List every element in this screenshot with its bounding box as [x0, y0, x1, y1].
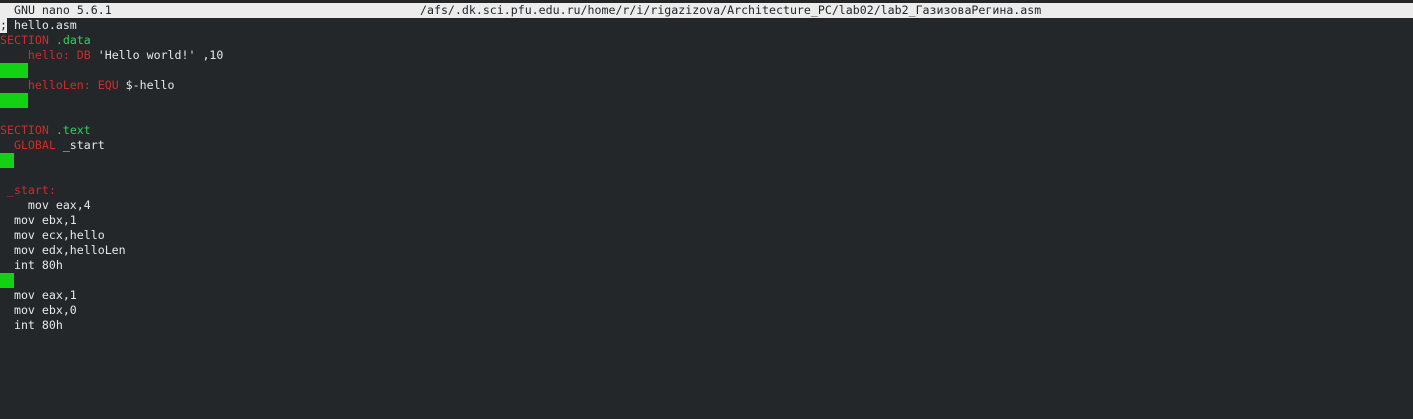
code-text: hello.asm: [6, 18, 77, 32]
editor-text-area[interactable]: ; hello.asm SECTION .data hello: DB 'Hell…: [0, 18, 1413, 333]
editor-line[interactable]: int 80h: [0, 318, 1413, 333]
editor-line[interactable]: mov ebx,1: [0, 213, 1413, 228]
editor-line[interactable]: [0, 153, 1413, 168]
editor-line[interactable]: mov ebx,0: [0, 303, 1413, 318]
editor-line[interactable]: SECTION .text: [0, 123, 1413, 138]
nano-version: GNU nano 5.6.1: [14, 3, 112, 17]
code-text: mov edx,helloLen: [0, 243, 126, 257]
syntax-keyword: .text: [48, 123, 91, 137]
code-text: mov ebx,0: [0, 303, 77, 317]
code-text: int 80h: [0, 258, 63, 272]
code-text: mov eax,4: [0, 198, 91, 212]
editor-line[interactable]: ; hello.asm: [0, 18, 1413, 33]
editor-line[interactable]: [0, 273, 1413, 288]
editor-line[interactable]: SECTION .data: [0, 33, 1413, 48]
code-text: mov ebx,1: [0, 213, 77, 227]
text-cursor: ;: [0, 18, 7, 33]
editor-line[interactable]: mov ecx,hello: [0, 228, 1413, 243]
trailing-whitespace-highlight: [0, 93, 28, 108]
code-text: int 80h: [0, 318, 63, 332]
syntax-keyword: hello:: [0, 48, 70, 62]
syntax-keyword: SECTION: [0, 123, 49, 137]
code-text: mov eax,1: [0, 288, 77, 302]
code-text: _start: [55, 138, 105, 152]
editor-line[interactable]: mov edx,helloLen: [0, 243, 1413, 258]
syntax-keyword: .data: [48, 33, 91, 47]
trailing-whitespace-highlight: [0, 153, 14, 168]
nano-title-bar: GNU nano 5.6.1 /afs/.dk.sci.pfu.edu.ru/h…: [0, 3, 1413, 18]
syntax-keyword: GLOBAL: [0, 138, 56, 152]
editor-line[interactable]: _start:: [0, 183, 1413, 198]
trailing-whitespace-highlight: [0, 273, 14, 288]
code-text: mov ecx,hello: [0, 228, 105, 242]
file-path: /afs/.dk.sci.pfu.edu.ru/home/r/i/rigaziz…: [420, 3, 1042, 17]
editor-line[interactable]: GLOBAL _start: [0, 138, 1413, 153]
trailing-whitespace-highlight: [0, 63, 28, 78]
editor-line[interactable]: int 80h: [0, 258, 1413, 273]
editor-line[interactable]: [0, 63, 1413, 78]
editor-line[interactable]: mov eax,1: [0, 288, 1413, 303]
editor-line[interactable]: [0, 93, 1413, 108]
syntax-keyword: helloLen:: [0, 78, 91, 92]
editor-line[interactable]: [0, 108, 1413, 123]
syntax-keyword: DB: [69, 48, 91, 62]
code-text: 'Hello world!' ,10: [90, 48, 224, 62]
editor-line[interactable]: helloLen: EQU $-hello: [0, 78, 1413, 93]
syntax-keyword: _start:: [0, 183, 56, 197]
editor-line[interactable]: [0, 168, 1413, 183]
code-text: $-hello: [118, 78, 175, 92]
editor-line[interactable]: mov eax,4: [0, 198, 1413, 213]
syntax-keyword: EQU: [90, 78, 119, 92]
editor-line[interactable]: hello: DB 'Hello world!' ,10: [0, 48, 1413, 63]
syntax-keyword: SECTION: [0, 33, 49, 47]
